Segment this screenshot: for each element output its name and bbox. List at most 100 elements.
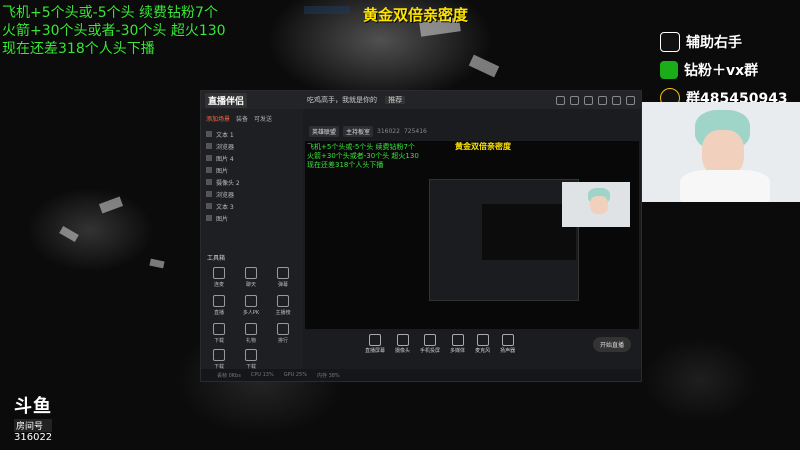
tool-label: 聊天 — [245, 282, 256, 288]
source-toolbar: 直播屏幕 摄像头 手机投屏 多媒体 麦克风 扬声器 开始直播 — [305, 329, 639, 359]
header-tabs: 吃鸡高手，我就是你的 推荐 — [307, 95, 406, 105]
douyin-label: 辅助右手 — [686, 35, 742, 51]
tool-button[interactable]: 主播榜 — [269, 295, 297, 316]
status-item: GPU 25% — [283, 372, 307, 378]
scene-label: 浏览器 — [216, 143, 235, 151]
status-bar: 丢帧 0Kbs CPU 13% GPU 25% 内存 38% — [201, 369, 641, 381]
eye-icon[interactable] — [206, 191, 212, 197]
phone-icon — [424, 334, 437, 346]
stream-info-bar: 英雄联盟 主持板室 316022 725416 — [309, 126, 427, 137]
camera-button[interactable]: 摄像头 — [395, 334, 410, 354]
room-label: 房间号 — [14, 419, 53, 432]
scene-label: 图片 — [216, 215, 229, 223]
title-strip — [304, 6, 350, 14]
fans-count: 725416 — [403, 128, 427, 135]
tool-icon — [213, 349, 225, 361]
tool-button[interactable]: 排行 — [269, 323, 297, 344]
scene-label: 浏览器 — [216, 191, 235, 199]
scene-item[interactable]: 摄像头 2 — [201, 176, 303, 188]
button-label: 直播屏幕 — [365, 348, 386, 354]
scene-label: 图片 — [216, 167, 229, 175]
tool-icon — [213, 295, 225, 307]
start-stream-button[interactable]: 开始直播 — [592, 337, 631, 352]
eye-icon[interactable] — [206, 143, 212, 149]
screen-button[interactable]: 直播屏幕 — [365, 334, 385, 354]
webcam-feed — [620, 102, 800, 202]
room-chip[interactable]: 主持板室 — [343, 126, 374, 137]
phone-cast-button[interactable]: 手机投屏 — [420, 334, 440, 354]
tab-send[interactable]: 可发送 — [254, 114, 272, 123]
room-number: 316022 — [14, 432, 53, 443]
douyu-logo: 斗鱼 — [14, 396, 52, 417]
scene-item[interactable]: 文本 1 — [201, 128, 303, 140]
tab-scenes[interactable]: 添加场景 — [206, 114, 230, 123]
button-label: 多媒体 — [450, 348, 466, 354]
wechat-icon — [660, 61, 678, 79]
scene-item[interactable]: 图片 4 — [201, 152, 303, 164]
streaming-app-window: 直播伴侣 添加场景 装备 可发送 文本 1 浏览器 图片 4 图片 摄像头 2 … — [200, 90, 642, 382]
tool-button[interactable]: 连麦 — [205, 267, 233, 288]
mic-button[interactable]: 麦克风 — [475, 334, 490, 354]
mail-icon[interactable] — [570, 96, 579, 105]
tool-label: 弹幕 — [277, 282, 288, 288]
tool-button[interactable]: 多人PK — [237, 295, 265, 316]
scene-label: 摄像头 2 — [216, 179, 240, 187]
overlay-line: 现在还差318个人头下播 — [307, 161, 384, 169]
overlay-line: 飞机+5个头或-5个头 续费钻粉7个 — [307, 143, 415, 151]
eye-icon[interactable] — [206, 167, 212, 173]
event-banner: 黄金双倍亲密度 — [363, 6, 469, 24]
scene-item[interactable]: 文本 3 — [201, 200, 303, 212]
close-icon[interactable] — [626, 96, 635, 105]
speaker-icon — [501, 334, 514, 346]
social-douyin: 辅助右手 — [660, 32, 742, 52]
speaker-button[interactable]: 扬声器 — [500, 334, 515, 354]
overlay-line: 火箭+30个头或者-30个头 超火130 — [2, 23, 226, 39]
tab-stream-title[interactable]: 吃鸡高手，我就是你的 — [307, 96, 377, 104]
tool-label: 连麦 — [213, 282, 224, 288]
category-chip[interactable]: 英雄联盟 — [309, 126, 340, 137]
user-icon[interactable] — [556, 96, 565, 105]
social-wechat: 钻粉＋vx群 — [660, 60, 758, 80]
tool-button[interactable]: 下载 — [237, 349, 265, 370]
toolbox-title: 工具箱 — [207, 255, 226, 262]
settings-icon[interactable] — [584, 96, 593, 105]
app-title: 直播伴侣 — [205, 92, 248, 108]
scene-item[interactable]: 图片 — [201, 164, 303, 176]
overlay-line: 飞机+5个头或-5个头 续费钻粉7个 — [2, 5, 218, 21]
stream-overlay-text: 飞机+5个头或-5个头 续费钻粉7个 火箭+30个头或者-30个头 超火130 … — [2, 4, 226, 58]
button-label: 扬声器 — [500, 348, 516, 354]
overlay-line: 现在还差318个人头下播 — [2, 41, 155, 57]
eye-icon[interactable] — [206, 155, 212, 161]
tool-button[interactable]: 下载 — [205, 323, 233, 344]
maximize-icon[interactable] — [612, 96, 621, 105]
tool-icon — [245, 349, 257, 361]
eye-icon[interactable] — [206, 215, 212, 221]
sidebar: 添加场景 装备 可发送 文本 1 浏览器 图片 4 图片 摄像头 2 浏览器 文… — [201, 109, 303, 379]
mic-icon — [476, 334, 489, 346]
scene-item[interactable]: 图片 — [201, 212, 303, 224]
button-label: 手机投屏 — [420, 348, 441, 354]
tool-button[interactable]: 直播 — [205, 295, 233, 316]
tool-button[interactable]: 弹幕 — [269, 267, 297, 288]
tool-button[interactable]: 聊天 — [237, 267, 265, 288]
eye-icon[interactable] — [206, 203, 212, 209]
eye-icon[interactable] — [206, 179, 212, 185]
scene-label: 文本 3 — [216, 203, 234, 211]
tool-icon — [213, 267, 225, 279]
tool-button[interactable]: 下载 — [205, 349, 233, 370]
tab-recommend[interactable]: 推荐 — [385, 96, 406, 104]
tool-icon — [277, 295, 289, 307]
media-button[interactable]: 多媒体 — [450, 334, 465, 354]
tab-equip[interactable]: 装备 — [236, 114, 248, 123]
scene-item[interactable]: 浏览器 — [201, 188, 303, 200]
webcam-feed-nested — [562, 182, 630, 227]
tool-button[interactable]: 礼物 — [237, 323, 265, 344]
tool-label: 主播榜 — [275, 310, 291, 316]
scene-item[interactable]: 浏览器 — [201, 140, 303, 152]
tool-label: 直播 — [213, 310, 224, 316]
minimize-icon[interactable] — [598, 96, 607, 105]
scene-label: 图片 4 — [216, 155, 234, 163]
scene-label: 文本 1 — [216, 131, 234, 139]
sidebar-tabs: 添加场景 装备 可发送 — [201, 109, 303, 128]
eye-icon[interactable] — [206, 131, 212, 137]
